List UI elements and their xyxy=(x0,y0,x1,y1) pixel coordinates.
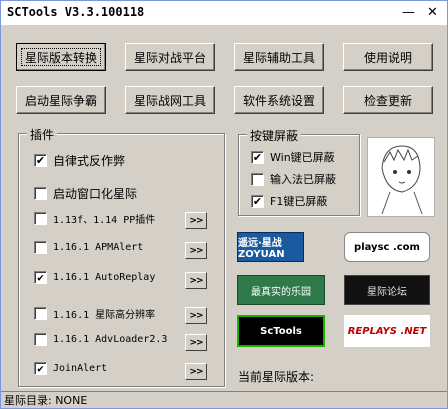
launch-starcraft-button[interactable]: 启动星际争霸 xyxy=(16,86,106,114)
battlenet-tools-button[interactable]: 星际战网工具 xyxy=(125,86,215,114)
plugin-item[interactable]: ✔ JoinAlert xyxy=(34,362,107,375)
plugin-item[interactable]: ✔ 1.16.1 AutoReplay xyxy=(34,271,155,284)
hotkey-label: 输入法已屏蔽 xyxy=(270,173,336,186)
checkbox[interactable]: ✔ xyxy=(251,150,264,164)
plugin-item[interactable]: 1.16.1 APMAlert xyxy=(34,241,143,254)
checkbox[interactable] xyxy=(34,333,47,346)
helper-tools-button[interactable]: 星际辅助工具 xyxy=(234,43,324,71)
checkbox[interactable] xyxy=(34,212,47,225)
checkbox[interactable]: ✔ xyxy=(34,271,47,284)
replays-banner[interactable]: REPLAYS .NET xyxy=(344,315,430,347)
forum-banner[interactable]: 星际论坛 xyxy=(344,275,430,305)
current-version-label: 当前星际版本: xyxy=(238,370,315,384)
checkbox[interactable] xyxy=(34,241,47,254)
plugin-settings-button[interactable]: >> xyxy=(185,212,207,229)
hotkey-label: F1键已屏蔽 xyxy=(270,195,328,208)
close-button[interactable]: ✕ xyxy=(422,2,443,23)
zoyuan-banner[interactable]: 遥远·星战 ZOYUAN xyxy=(237,232,304,262)
hotkey-label: Win键已屏蔽 xyxy=(270,151,335,164)
settings-button[interactable]: 软件系统设置 xyxy=(234,86,324,114)
checkbox[interactable] xyxy=(34,307,47,320)
checkbox[interactable]: ✔ xyxy=(251,194,264,208)
status-bar: 星际目录: NONE xyxy=(1,391,447,408)
plugin-item[interactable]: 启动窗口化星际 xyxy=(34,185,137,202)
avatar-sketch-icon xyxy=(381,145,423,215)
hotkey-item[interactable]: ✔ F1键已屏蔽 xyxy=(251,193,327,209)
plugin-label: 自律式反作弊 xyxy=(53,154,126,168)
plugins-group-label: 插件 xyxy=(27,126,58,143)
plugin-settings-button[interactable]: >> xyxy=(185,334,207,351)
hotkey-item[interactable]: 输入法已屏蔽 xyxy=(251,171,336,187)
playsc-banner[interactable]: playsc .com xyxy=(344,232,430,262)
hotkey-group-label: 按键屏蔽 xyxy=(247,127,302,144)
plugin-label: 1.16.1 AdvLoader2.3 xyxy=(53,334,168,345)
checkbox[interactable] xyxy=(34,187,47,200)
sctools-banner[interactable]: ScTools xyxy=(237,315,325,347)
plugin-label: 1.16.1 APMAlert xyxy=(53,242,144,253)
battle-platform-button[interactable]: 星际对战平台 xyxy=(125,43,215,71)
plugin-settings-button[interactable]: >> xyxy=(185,307,207,324)
plugin-item[interactable]: 1.16.1 AdvLoader2.3 xyxy=(34,333,167,346)
plugin-label: JoinAlert xyxy=(53,363,108,374)
checkbox[interactable] xyxy=(251,172,264,186)
check-update-button[interactable]: 检查更新 xyxy=(343,86,433,114)
hotkey-item[interactable]: ✔ Win键已屏蔽 xyxy=(251,149,335,165)
plugin-settings-button[interactable]: >> xyxy=(185,242,207,259)
title-bar: SCTools V3.3.100118 — ✕ xyxy=(1,1,447,25)
checkbox[interactable]: ✔ xyxy=(34,362,47,375)
avatar xyxy=(367,137,435,217)
version-switch-button[interactable]: 星际版本转换 xyxy=(16,43,106,71)
plugin-label: 1.16.1 AutoReplay xyxy=(53,272,156,283)
plugin-settings-button[interactable]: >> xyxy=(185,272,207,289)
plugin-label: 启动窗口化星际 xyxy=(53,187,138,201)
status-text: 星际目录: NONE xyxy=(4,394,88,407)
main-window: SCTools V3.3.100118 — ✕ 星际版本转换 星际对战平台 星际… xyxy=(0,0,448,409)
minimize-icon: — xyxy=(402,5,415,20)
window-title: SCTools V3.3.100118 xyxy=(7,5,145,19)
help-button[interactable]: 使用说明 xyxy=(343,43,433,71)
realworld-banner[interactable]: 最真实的乐园 xyxy=(237,275,325,305)
checkbox[interactable]: ✔ xyxy=(34,154,47,167)
minimize-button[interactable]: — xyxy=(398,2,419,23)
plugin-label: 1.13f、1.14 PP插件 xyxy=(53,215,156,226)
plugin-settings-button[interactable]: >> xyxy=(185,363,207,380)
plugin-item[interactable]: 1.13f、1.14 PP插件 xyxy=(34,211,155,226)
plugin-label: 1.16.1 星际高分辨率 xyxy=(53,310,156,321)
plugin-item[interactable]: ✔ 自律式反作弊 xyxy=(34,152,125,169)
close-icon: ✕ xyxy=(427,5,438,20)
plugin-item[interactable]: 1.16.1 星际高分辨率 xyxy=(34,306,155,321)
